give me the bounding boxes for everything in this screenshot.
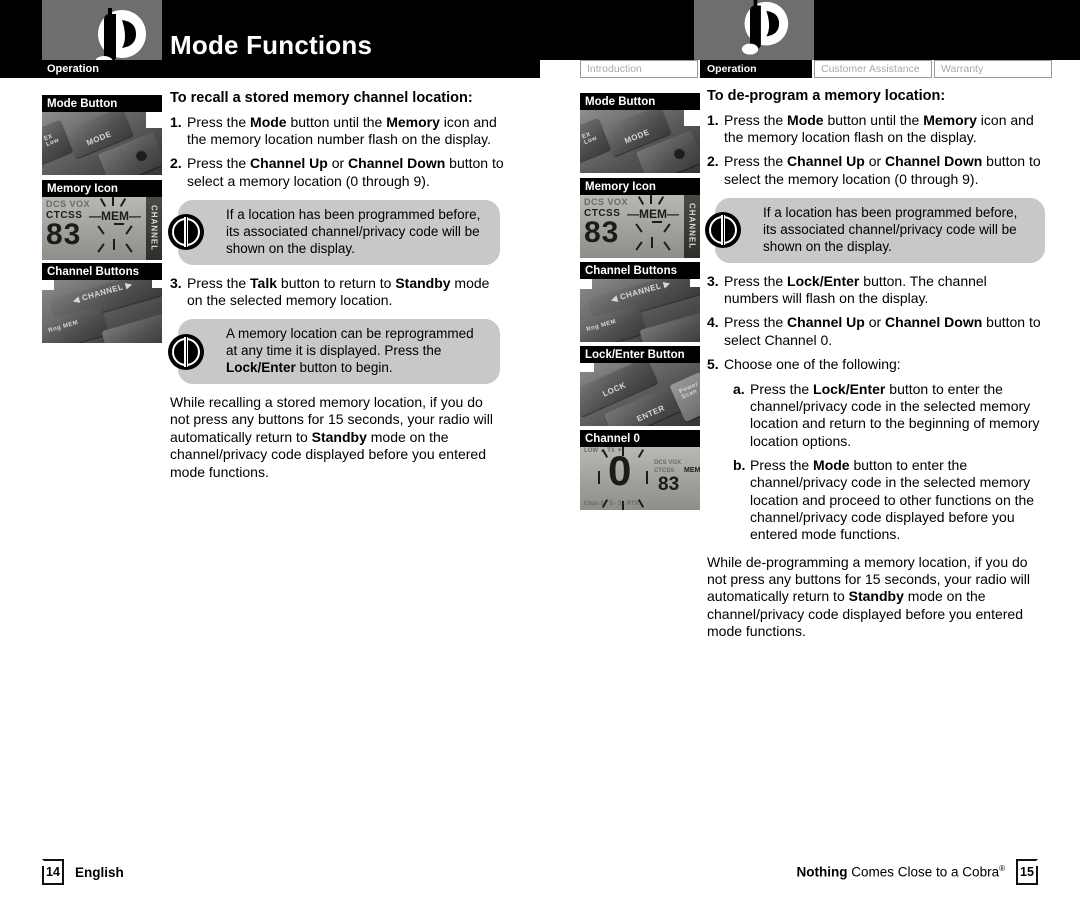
panel-label: Lock/Enter Button — [580, 346, 700, 363]
substep-number: b. — [733, 456, 746, 473]
step-number: 2. — [707, 153, 719, 170]
panel-photo-channel-buttons: ◀ CHANNEL ▶ Rng MEM — [42, 280, 162, 343]
step-text: Choose one of the following: — [724, 356, 901, 373]
step-number: 2. — [170, 155, 182, 172]
panel-photo-channel-zero: LOW ▲ TX ▼ 0 DCS VOX CTCSS MEM 83 Chan 8… — [580, 447, 700, 510]
note-text: If a location has been programmed before… — [226, 207, 481, 256]
info-power-icon — [168, 214, 204, 251]
panel-label: Channel Buttons — [42, 263, 162, 280]
panel-memory-icon: Memory Icon DCS VOX CTCSS —MEM— 83 CHANN… — [580, 178, 700, 258]
panel-photo-lock-enter-button: LOCK ENTER Power Scan — [580, 363, 700, 426]
step-item: 1. Press the Mode button until the Memor… — [170, 114, 505, 149]
section-tab-strip[interactable]: Introduction Operation Customer Assistan… — [580, 60, 1052, 78]
manual-spread: Mode Functions Operation Introduction Op… — [0, 0, 1080, 913]
right-page-footer: Nothing Comes Close to a Cobra® 15 — [797, 859, 1038, 885]
step-text: Press the Talk button to return to Stand… — [187, 274, 490, 309]
step-number: 3. — [170, 274, 182, 291]
info-power-icon — [705, 212, 741, 249]
step-item: 3. Press the Lock/Enter button. The chan… — [707, 273, 1042, 308]
note-text: A memory location can be reprogrammed at… — [226, 326, 474, 376]
step-text: Press the Channel Up or Channel Down but… — [724, 314, 1041, 348]
left-heading: To recall a stored memory channel locati… — [170, 90, 473, 106]
tagline: Nothing Comes Close to a Cobra® — [797, 864, 1005, 880]
substep-item: b. Press the Mode button to enter the ch… — [707, 457, 1042, 544]
tab-introduction[interactable]: Introduction — [580, 60, 698, 78]
lcd-side-label: CHANNEL — [684, 195, 700, 258]
tab-customer-assistance[interactable]: Customer Assistance — [814, 60, 932, 78]
cobra-radio-logo-icon — [741, 0, 789, 55]
panel-label: Mode Button — [580, 93, 700, 110]
substep-text: Press the Lock/Enter button to enter the… — [750, 380, 1040, 449]
step-text: Press the Channel Up or Channel Down but… — [724, 153, 1041, 187]
step-number: 3. — [707, 272, 719, 289]
tagline-rest: Comes Close to a Cobra — [847, 864, 1000, 880]
panel-photo-memory-icon: DCS VOX CTCSS —MEM— 83 CHANNEL — [42, 197, 162, 260]
panel-photo-memory-icon: DCS VOX CTCSS —MEM— 83 CHANNEL — [580, 195, 700, 258]
right-closing-paragraph: While de-programming a memory location, … — [707, 553, 1030, 640]
step-item: 2. Press the Channel Up or Channel Down … — [170, 155, 505, 190]
step-item: 4. Press the Channel Up or Channel Down … — [707, 314, 1042, 349]
substep-number: a. — [733, 380, 745, 397]
note-text: If a location has been programmed before… — [763, 205, 1018, 254]
step-text: Press the Mode button until the Memory i… — [187, 113, 497, 148]
panel-label: Channel 0 — [580, 430, 700, 447]
panel-mode-button: Mode Button MODE EX Low — [42, 95, 162, 175]
left-page-body: To recall a stored memory channel locati… — [168, 90, 505, 481]
substep-text: Press the Mode button to enter the chann… — [750, 456, 1035, 543]
substep-item: a. Press the Lock/Enter button to enter … — [707, 381, 1042, 450]
panel-photo-mode-button: MODE EX Low — [42, 112, 162, 175]
step-item: 5. Choose one of the following: — [707, 356, 1042, 373]
page-number-mark: 14 — [42, 859, 64, 885]
step-number: 4. — [707, 314, 719, 331]
lcd-side-label: CHANNEL — [146, 197, 162, 260]
note-callout: If a location has been programmed before… — [168, 200, 500, 265]
panel-photo-channel-buttons: ◀ CHANNEL ▶ Rng MEM — [580, 279, 700, 342]
panel-label: Channel Buttons — [580, 262, 700, 279]
page-number-mark: 15 — [1016, 859, 1038, 885]
note-callout: If a location has been programmed before… — [705, 198, 1045, 263]
panel-channel-buttons: Channel Buttons ◀ CHANNEL ▶ Rng MEM — [42, 263, 162, 343]
step-text: Press the Lock/Enter button. The channel… — [724, 272, 987, 307]
language-label: English — [75, 864, 124, 880]
step-text: Press the Mode button until the Memory i… — [724, 111, 1034, 146]
panel-photo-mode-button: MODE EX Low — [580, 110, 700, 173]
tab-operation[interactable]: Operation — [700, 60, 812, 78]
left-page-footer: 14 English — [42, 859, 124, 885]
right-heading: To de-program a memory location: — [707, 88, 946, 104]
tab-warranty[interactable]: Warranty — [934, 60, 1052, 78]
panel-channel-zero: Channel 0 LOW ▲ TX ▼ 0 DCS VOX CTCSS MEM… — [580, 430, 700, 510]
step-item: 3. Press the Talk button to return to St… — [170, 275, 505, 310]
step-item: 2. Press the Channel Up or Channel Down … — [707, 153, 1042, 188]
note-callout: A memory location can be reprogrammed at… — [168, 319, 500, 385]
left-closing-paragraph: While recalling a stored memory location… — [170, 394, 493, 480]
panel-channel-buttons: Channel Buttons ◀ CHANNEL ▶ Rng MEM — [580, 262, 700, 342]
step-text: Press the Channel Up or Channel Down but… — [187, 155, 504, 189]
panel-mode-button: Mode Button MODE EX Low — [580, 93, 700, 173]
panel-label: Mode Button — [42, 95, 162, 112]
registered-mark: ® — [999, 864, 1005, 874]
step-number: 5. — [707, 356, 719, 373]
panel-memory-icon: Memory Icon DCS VOX CTCSS —MEM— 83 CHANN… — [42, 180, 162, 260]
panel-label: Memory Icon — [580, 178, 700, 195]
right-page-body: To de-program a memory location: 1. Pres… — [705, 88, 1045, 641]
info-power-icon — [168, 333, 204, 370]
section-chip-operation: Operation — [42, 60, 162, 78]
step-number: 1. — [707, 111, 719, 128]
step-item: 1. Press the Mode button until the Memor… — [707, 112, 1042, 147]
panel-lock-enter-button: Lock/Enter Button LOCK ENTER Power Scan — [580, 346, 700, 426]
tagline-bold: Nothing — [796, 864, 848, 880]
page-title: Mode Functions — [170, 30, 373, 60]
right-logo-box — [694, 0, 814, 60]
step-number: 1. — [170, 113, 182, 130]
panel-label: Memory Icon — [42, 180, 162, 197]
